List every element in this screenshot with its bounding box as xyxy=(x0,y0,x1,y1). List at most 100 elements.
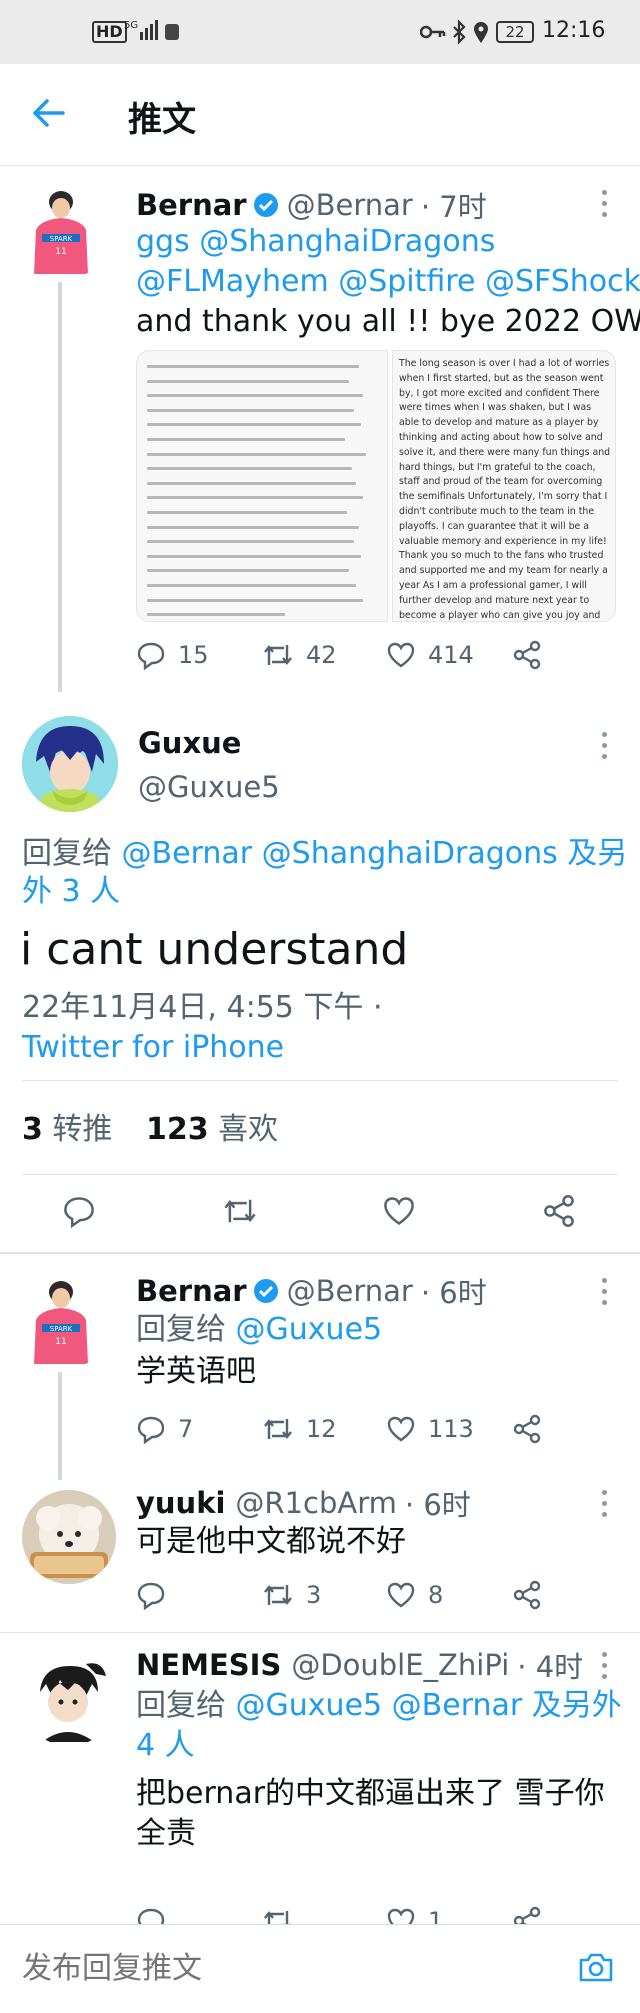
main-author-handle[interactable]: @Guxue5 xyxy=(138,770,280,804)
reply-mentions[interactable]: @Guxue5 @Bernar xyxy=(236,1688,523,1723)
tweet-text-line: 全责 xyxy=(136,1816,196,1851)
main-share-button[interactable] xyxy=(542,1194,576,1228)
image-korean-text-line xyxy=(147,408,354,412)
nemesis-avatar[interactable] xyxy=(22,1652,116,1746)
image-korean-text-line xyxy=(147,423,361,427)
divider xyxy=(0,1632,640,1633)
more-options-icon[interactable] xyxy=(602,732,612,765)
reply-button[interactable]: 7 xyxy=(136,1414,193,1444)
reply-input[interactable] xyxy=(22,1943,542,1993)
image-korean-text-line xyxy=(147,554,361,558)
svg-text:5G: 5G xyxy=(124,20,138,31)
location-icon xyxy=(472,20,490,44)
tweet-image-korean[interactable] xyxy=(136,350,388,622)
author-handle[interactable]: @Bernar xyxy=(287,188,413,222)
reply-mentions[interactable]: @Bernar @ShanghaiDragons xyxy=(122,836,558,871)
author-handle[interactable]: @R1cbArm xyxy=(235,1486,396,1520)
share-button[interactable] xyxy=(512,1580,542,1610)
main-reply-button[interactable] xyxy=(62,1194,96,1228)
svg-text:SPARK: SPARK xyxy=(50,235,73,243)
image-text-line: didn't contribute much to the team in th… xyxy=(399,505,595,517)
author-name[interactable]: NEMESIS xyxy=(136,1648,281,1682)
tweet-image-english[interactable]: The long season is over I had a lot of w… xyxy=(392,350,616,622)
image-text-line: further develop and mature next year to xyxy=(399,594,590,606)
image-korean-text-line xyxy=(147,613,285,617)
tweet-time: · 6时 xyxy=(404,1488,471,1522)
main-retweet-button[interactable] xyxy=(222,1194,258,1228)
reply-composer[interactable] xyxy=(0,1924,640,2013)
author-handle[interactable]: @DoublE_ZhiPi xyxy=(291,1648,509,1682)
status-bar: HD 5G 22 12:16 xyxy=(0,0,640,64)
tweet-header: Bernar @Bernar · 7时 xyxy=(136,184,487,226)
image-korean-text-line xyxy=(147,584,357,587)
image-text-line: hard things, but I'm grateful to the coa… xyxy=(399,461,596,473)
reply-button[interactable] xyxy=(136,1580,166,1610)
like-button[interactable]: 8 xyxy=(386,1580,443,1610)
app-header: 推文 xyxy=(0,64,640,166)
retweet-icon xyxy=(264,1419,292,1439)
reply-button[interactable]: 15 xyxy=(136,640,209,670)
like-button[interactable]: 414 xyxy=(386,640,474,670)
yuuki-avatar[interactable] xyxy=(22,1490,116,1584)
image-korean-text-line xyxy=(147,365,359,368)
more-options-icon[interactable] xyxy=(602,190,612,223)
author-handle[interactable]: @Bernar xyxy=(287,1274,413,1308)
image-text-line: and supported me and my team for nearly … xyxy=(399,565,608,577)
more-options-icon[interactable] xyxy=(602,1652,612,1685)
share-icon xyxy=(513,640,541,670)
thread-line xyxy=(58,282,62,692)
tweet-time: · 7时 xyxy=(420,190,487,224)
retweet-button[interactable]: 3 xyxy=(262,1580,321,1610)
image-text-line: become a player who can give you joy and xyxy=(399,609,601,621)
verified-badge-icon xyxy=(253,192,279,218)
retweet-button[interactable]: 12 xyxy=(262,1414,337,1444)
verified-badge-icon xyxy=(253,1278,279,1304)
share-button[interactable] xyxy=(512,640,542,670)
image-text-line: by, I got more excited and confident The… xyxy=(399,387,600,399)
tweet-source[interactable]: Twitter for iPhone xyxy=(22,1028,284,1068)
image-text-line: thinking and acting about how to solve a… xyxy=(399,431,603,443)
divider xyxy=(22,1174,618,1175)
tweet-time: · 4时 xyxy=(517,1650,584,1684)
hd-icon: HD xyxy=(92,21,127,43)
reply-icon xyxy=(137,642,165,670)
author-name[interactable]: Bernar xyxy=(136,188,247,222)
retweet-label[interactable]: 转推 xyxy=(52,1112,112,1147)
reply-mentions[interactable]: @Guxue5 xyxy=(236,1312,383,1347)
main-like-button[interactable] xyxy=(382,1194,416,1228)
page-title: 推文 xyxy=(128,100,196,140)
tweet-text-line: 把bernar的中文都逼出来了 雪子你 xyxy=(136,1776,605,1811)
more-options-icon[interactable] xyxy=(602,1490,612,1523)
reply-others[interactable]: 及另 xyxy=(567,836,627,871)
tweet-header: NEMESIS @DoublE_ZhiPi · 4时 xyxy=(136,1644,583,1686)
like-total[interactable]: 123 xyxy=(146,1112,209,1147)
reply-others-cont[interactable]: 外 3 人 xyxy=(22,872,120,912)
like-button[interactable]: 113 xyxy=(386,1414,474,1444)
retweet-button[interactable]: 42 xyxy=(262,640,337,670)
guxue-avatar[interactable] xyxy=(22,716,118,812)
share-button[interactable] xyxy=(512,1414,542,1444)
reply-others-cont[interactable]: 4 人 xyxy=(136,1726,195,1766)
author-name[interactable]: Bernar xyxy=(136,1274,247,1308)
retweet-total[interactable]: 3 xyxy=(22,1112,43,1147)
reply-prefix: 回复给 xyxy=(136,1312,226,1347)
bernar-avatar[interactable]: SPARK 11 xyxy=(28,188,92,274)
image-korean-text-line xyxy=(147,394,364,398)
retweet-count: 3 xyxy=(306,1581,322,1609)
image-text-line: The long season is over I had a lot of w… xyxy=(399,358,610,369)
bernar-avatar[interactable]: SPARK 11 xyxy=(28,1278,92,1364)
reply-context-line: 回复给 @Guxue5 @Bernar 及另外 xyxy=(136,1686,622,1726)
like-label[interactable]: 喜欢 xyxy=(218,1112,278,1147)
image-korean-text-line xyxy=(147,379,350,383)
retweet-icon xyxy=(264,1585,292,1605)
image-text-line: year As I am a professional gamer, I wil… xyxy=(399,579,587,591)
tweet-text: 可是他中文都说不好 xyxy=(136,1524,406,1559)
main-author-name[interactable]: Guxue xyxy=(138,726,241,760)
back-arrow-icon[interactable] xyxy=(32,96,66,130)
camera-icon[interactable] xyxy=(578,1951,614,1983)
more-options-icon[interactable] xyxy=(602,1278,612,1311)
tweet-text-line[interactable]: ggs @ShanghaiDragons xyxy=(136,222,495,262)
reply-others[interactable]: 及另外 xyxy=(532,1688,622,1723)
tweet-text-line[interactable]: @FLMayhem @Spitfire @SFShock xyxy=(136,262,640,302)
author-name[interactable]: yuuki xyxy=(136,1486,225,1520)
